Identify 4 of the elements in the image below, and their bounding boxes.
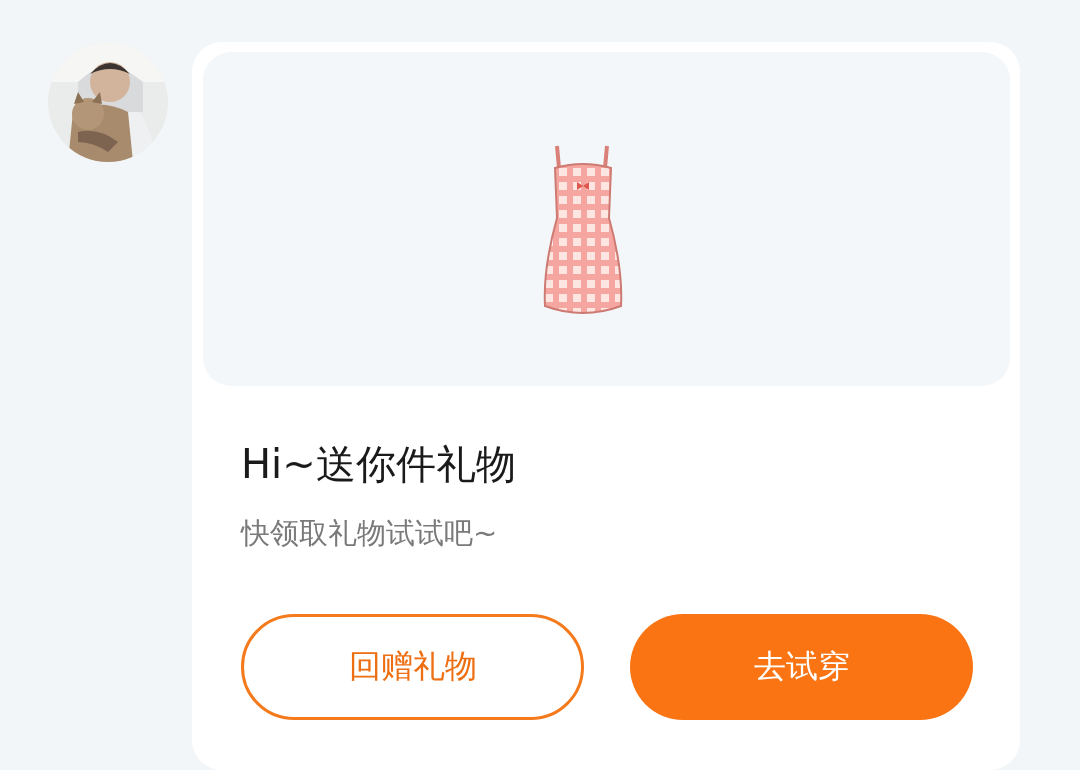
gift-title: Hi~送你件礼物 — [241, 440, 517, 489]
return-gift-button[interactable]: 回赠礼物 — [241, 614, 584, 720]
try-on-button[interactable]: 去试穿 — [630, 614, 973, 720]
gift-subtitle: 快领取礼物试试吧~ — [241, 515, 499, 552]
